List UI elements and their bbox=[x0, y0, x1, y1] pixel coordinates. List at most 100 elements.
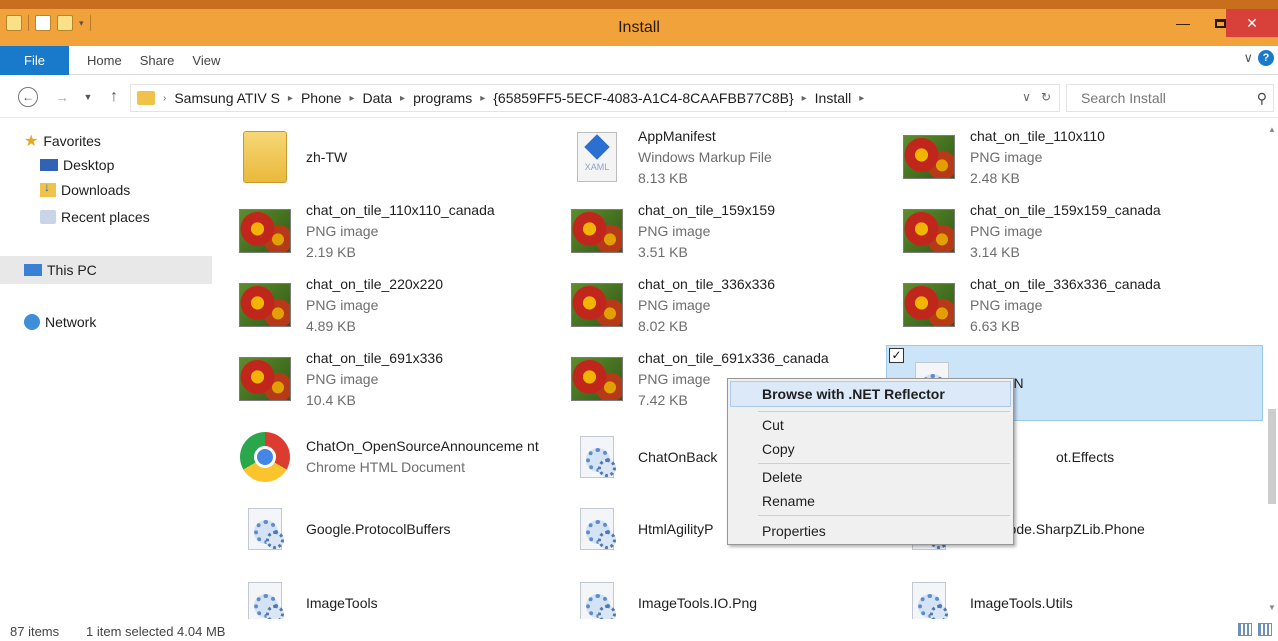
chevron-down-icon[interactable]: ∨ bbox=[1022, 90, 1031, 104]
nav-desktop[interactable]: Desktop bbox=[40, 157, 114, 173]
back-button[interactable]: ← bbox=[18, 87, 38, 107]
scroll-down-icon[interactable]: ▼ bbox=[1268, 603, 1276, 612]
file-item[interactable]: XAML AppManifest Windows Markup File 8.1… bbox=[552, 119, 884, 195]
png-image-icon bbox=[570, 278, 624, 332]
breadcrumb-item[interactable]: Data bbox=[362, 90, 392, 106]
file-name: ChatOnBack bbox=[638, 448, 718, 465]
selection-checkbox[interactable]: ✓ bbox=[889, 348, 904, 363]
file-size: 2.19 KB bbox=[306, 243, 356, 260]
scrollbar-thumb[interactable] bbox=[1268, 409, 1276, 504]
file-name: ot.Effects bbox=[1056, 448, 1115, 465]
file-size: 8.13 KB bbox=[638, 169, 688, 186]
chevron-right-icon[interactable]: ▸ bbox=[288, 93, 293, 104]
dll-file-icon bbox=[570, 502, 624, 556]
tab-view[interactable]: View bbox=[192, 53, 220, 68]
png-image-icon bbox=[902, 130, 956, 184]
chevron-right-icon[interactable]: ▸ bbox=[859, 93, 864, 104]
file-name: chat_on_tile_159x159_canada bbox=[970, 201, 1161, 218]
file-item[interactable]: zh-TW bbox=[220, 119, 552, 195]
file-name: ImageTools bbox=[306, 594, 378, 611]
nav-favorites[interactable]: ★ Favorites bbox=[24, 131, 101, 151]
file-size: 3.14 KB bbox=[970, 243, 1020, 260]
file-item[interactable]: chat_on_tile_159x159_canada PNG image 3.… bbox=[884, 193, 1216, 269]
breadcrumb-item[interactable]: Install bbox=[815, 90, 852, 106]
file-name: AppManifest bbox=[638, 127, 716, 144]
tab-home[interactable]: Home bbox=[87, 53, 122, 68]
menu-item-browse-net-reflector[interactable]: Browse with .NET Reflector bbox=[730, 381, 1011, 407]
file-item[interactable]: Google.ProtocolBuffers bbox=[220, 491, 552, 567]
menu-item-copy[interactable]: Copy bbox=[762, 441, 795, 457]
file-item[interactable]: chat_on_tile_159x159 PNG image 3.51 KB bbox=[552, 193, 884, 269]
chevron-right-icon[interactable]: › bbox=[163, 93, 166, 104]
close-button[interactable]: ✕ bbox=[1226, 9, 1278, 37]
file-item[interactable]: chat_on_tile_110x110 PNG image 2.48 KB bbox=[884, 119, 1216, 195]
nav-downloads[interactable]: Downloads bbox=[40, 180, 130, 198]
vertical-scrollbar[interactable]: ▲ ▼ bbox=[1266, 119, 1278, 619]
file-item[interactable]: chat_on_tile_336x336 PNG image 8.02 KB bbox=[552, 267, 884, 343]
navigation-pane: ★ Favorites Desktop Downloads Recent pla… bbox=[0, 119, 220, 619]
file-item[interactable]: chat_on_tile_336x336_canada PNG image 6.… bbox=[884, 267, 1216, 343]
chevron-right-icon[interactable]: ▸ bbox=[480, 93, 485, 104]
nav-recent-places[interactable]: Recent places bbox=[40, 209, 150, 225]
file-name: chat_on_tile_691x336_canada bbox=[638, 349, 829, 366]
menu-item-cut[interactable]: Cut bbox=[762, 417, 784, 433]
chevron-right-icon[interactable]: ▸ bbox=[802, 93, 807, 104]
search-input[interactable]: Search Install bbox=[1081, 90, 1166, 106]
recent-locations-button[interactable]: ▼ bbox=[78, 87, 98, 107]
help-icon[interactable]: ? bbox=[1258, 50, 1274, 66]
png-image-icon bbox=[238, 352, 292, 406]
file-item[interactable]: ChatOn_OpenSourceAnnounceme nt Chrome HT… bbox=[220, 417, 552, 497]
view-switcher bbox=[1238, 623, 1272, 636]
breadcrumb-item[interactable]: Phone bbox=[301, 90, 341, 106]
menu-item-properties[interactable]: Properties bbox=[762, 523, 826, 539]
title-bar: ▾ Install — ✕ bbox=[0, 0, 1278, 46]
file-item[interactable]: chat_on_tile_220x220 PNG image 4.89 KB bbox=[220, 267, 552, 343]
chrome-document-icon bbox=[238, 430, 292, 484]
search-icon[interactable]: ⚲ bbox=[1257, 90, 1267, 107]
breadcrumb-item[interactable]: {65859FF5-5ECF-4083-A1C4-8CAAFBB77C8B} bbox=[493, 90, 793, 106]
forward-button[interactable]: → bbox=[52, 87, 72, 107]
dll-file-icon bbox=[238, 502, 292, 556]
expand-ribbon-icon[interactable]: ∨ bbox=[1243, 50, 1253, 66]
file-item[interactable]: chat_on_tile_110x110_canada PNG image 2.… bbox=[220, 193, 552, 269]
file-size: 4.89 KB bbox=[306, 317, 356, 334]
menu-item-delete[interactable]: Delete bbox=[762, 469, 802, 485]
desktop-icon bbox=[40, 159, 58, 171]
file-type: PNG image bbox=[970, 148, 1043, 165]
dll-file-icon bbox=[902, 576, 956, 619]
large-icons-view-icon[interactable] bbox=[1258, 623, 1272, 636]
breadcrumb-item[interactable]: Samsung ATIV S bbox=[174, 90, 280, 106]
tab-file[interactable]: File bbox=[0, 45, 69, 75]
file-name: chat_on_tile_110x110 bbox=[970, 127, 1105, 144]
ribbon-tabs: File Home Share View ∨ ? bbox=[0, 45, 1278, 75]
address-bar[interactable]: › Samsung ATIV S ▸ Phone ▸ Data ▸ progra… bbox=[130, 84, 1060, 112]
file-type: PNG image bbox=[638, 296, 711, 313]
dll-file-icon bbox=[570, 430, 624, 484]
up-button[interactable]: ↑ bbox=[104, 87, 124, 107]
file-type: PNG image bbox=[970, 296, 1043, 313]
tab-share[interactable]: Share bbox=[140, 53, 175, 68]
minimize-button[interactable]: — bbox=[1163, 9, 1203, 37]
details-view-icon[interactable] bbox=[1238, 623, 1252, 636]
file-item[interactable]: ImageTools.Utils bbox=[884, 565, 1216, 619]
file-item[interactable]: ImageTools.IO.Png bbox=[552, 565, 884, 619]
maximize-icon bbox=[1214, 18, 1226, 28]
scroll-up-icon[interactable]: ▲ bbox=[1268, 125, 1276, 134]
file-name: Google.ProtocolBuffers bbox=[306, 520, 451, 537]
png-image-icon bbox=[570, 204, 624, 258]
file-size: 6.63 KB bbox=[970, 317, 1020, 334]
file-item[interactable]: ImageTools bbox=[220, 565, 552, 619]
nav-network[interactable]: Network bbox=[24, 314, 96, 330]
png-image-icon bbox=[902, 204, 956, 258]
breadcrumb-item[interactable]: programs bbox=[413, 90, 472, 106]
file-name: ChatOn_OpenSourceAnnounceme nt bbox=[306, 438, 539, 454]
chevron-right-icon[interactable]: ▸ bbox=[349, 93, 354, 104]
file-item[interactable]: chat_on_tile_691x336 PNG image 10.4 KB bbox=[220, 341, 552, 417]
search-box[interactable]: Search Install ⚲ bbox=[1066, 84, 1274, 112]
chevron-right-icon[interactable]: ▸ bbox=[400, 93, 405, 104]
file-name: chat_on_tile_220x220 bbox=[306, 275, 444, 292]
status-bar: 87 items 1 item selected 4.04 MB bbox=[0, 619, 1278, 641]
refresh-icon[interactable]: ↻ bbox=[1041, 90, 1051, 104]
nav-this-pc[interactable]: This PC bbox=[0, 256, 212, 284]
menu-item-rename[interactable]: Rename bbox=[762, 493, 815, 509]
